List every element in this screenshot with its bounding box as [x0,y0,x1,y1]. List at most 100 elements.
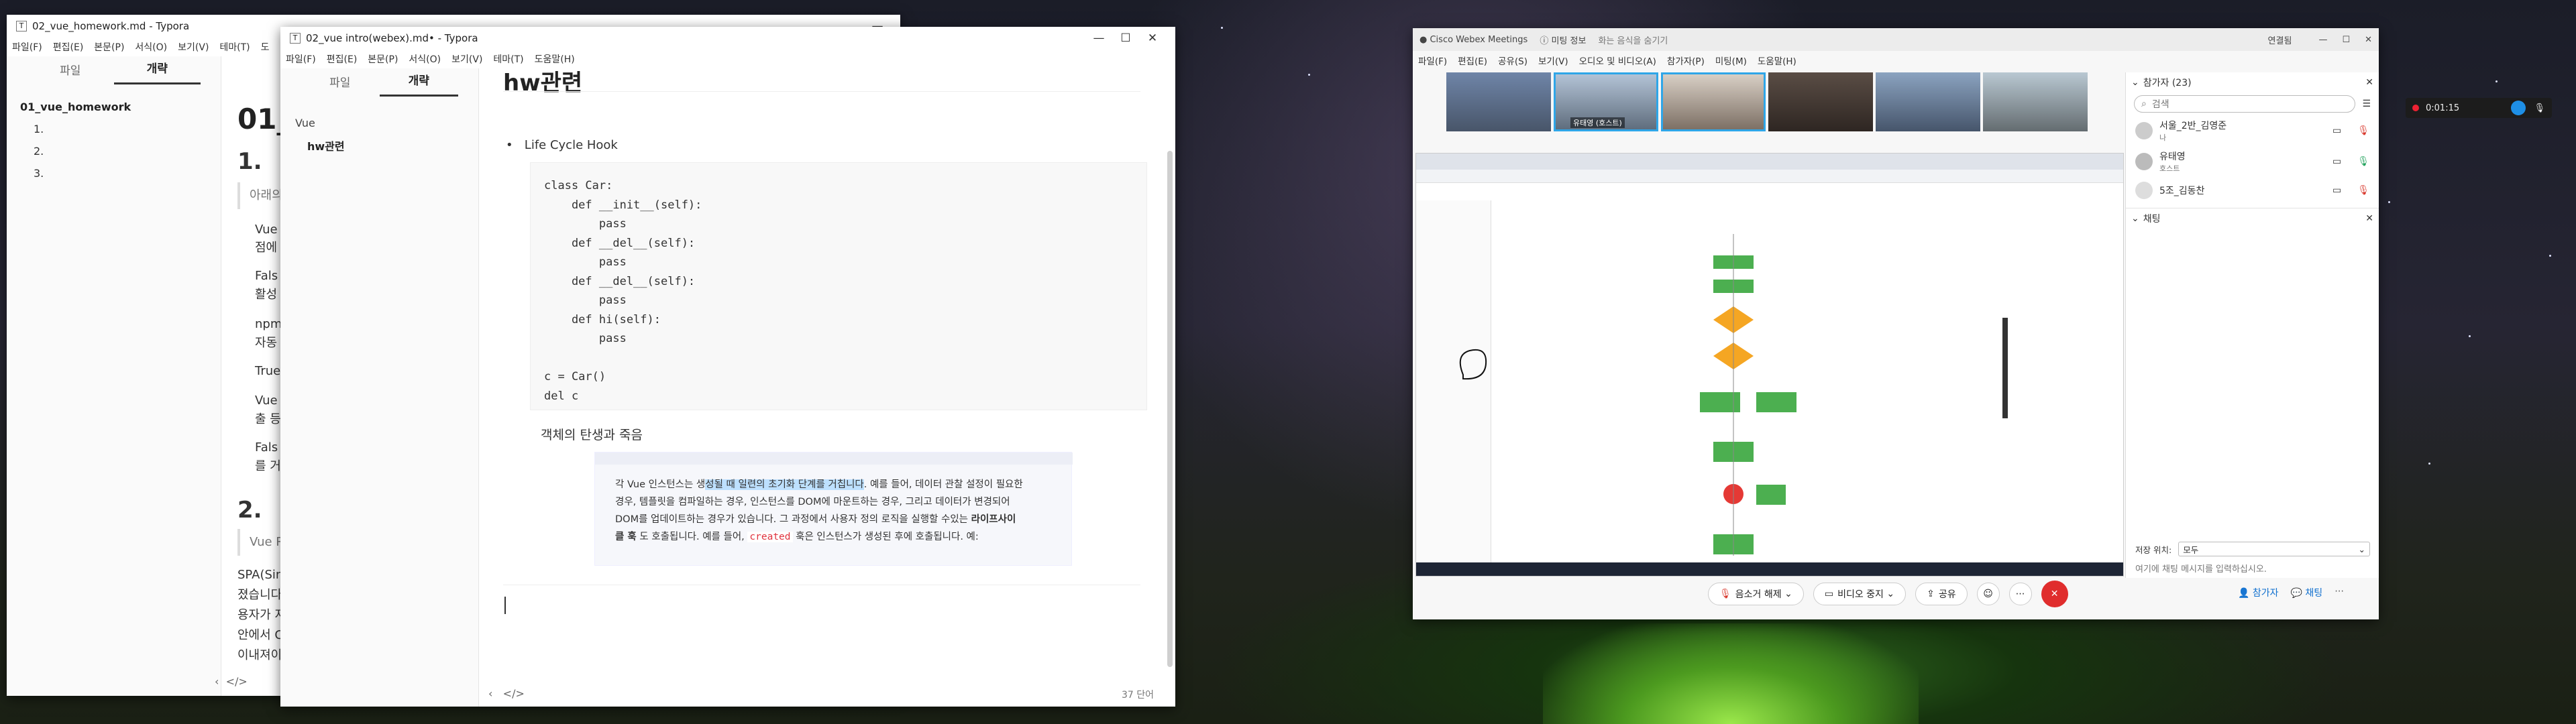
reactions-button[interactable]: ☺ [1976,583,2000,605]
search-input[interactable]: ⌕ 검색 [2134,95,2356,113]
share-button[interactable]: ⇪ 공유 [1915,583,1968,605]
participant-row[interactable]: 5조_김동찬 ▭ 🎙 [2126,177,2379,204]
menu-view[interactable]: 보기(V) [178,40,209,54]
paragraph-line: 졌습니다 [237,588,282,602]
chat-recipient-select[interactable]: 모두 ⌄ [2178,542,2370,556]
code-line: pass [544,217,627,231]
menu-view[interactable]: 보기(V) [451,52,482,66]
stop-video-button[interactable]: ▭ 비디오 중지 ⌄ [1813,583,1907,605]
close-button[interactable]: ✕ [1139,32,1166,45]
menu-edit[interactable]: 편집(E) [1458,54,1487,67]
webex-tab[interactable]: 화는 음식을 숨기기 [1598,34,1668,46]
close-panel-icon[interactable]: ✕ [2365,77,2373,88]
sort-icon[interactable]: ☰ [2362,99,2371,109]
menu-edit[interactable]: 편집(E) [53,40,84,54]
outline-root[interactable]: 01_vue_homework [20,101,207,113]
bullet-text: 자동 [255,336,278,350]
scrollbar[interactable] [1167,151,1173,667]
menu-participant[interactable]: 참가자(P) [1667,54,1705,67]
chat-input[interactable]: 여기에 채팅 메시지를 입력하십시오. [2135,562,2267,575]
outline-item[interactable]: 3. [20,167,207,180]
webex-tab[interactable]: ⓘ 미팅 정보 [1540,34,1586,46]
close-panel-icon[interactable]: ✕ [2365,213,2373,224]
menu-paragraph[interactable]: 본문(P) [368,52,398,66]
code-block[interactable]: class Car: def __init__(self): pass def … [530,162,1147,410]
word-count[interactable]: 37 단어 [1122,688,1154,701]
minimize-button[interactable]: — [1085,32,1112,45]
chat-toggle[interactable]: 💬 채팅 [2291,586,2323,599]
menu-theme[interactable]: 테마(T) [493,52,523,66]
menu-view[interactable]: 보기(V) [1538,54,1568,67]
stop-record-button[interactable] [2511,101,2526,115]
participant-row[interactable]: 유태영 호스트 ▭ 🎙 [2126,146,2379,177]
connection-badge: 연결됨 [2267,36,2292,46]
maximize-button[interactable]: ☐ [2342,35,2350,45]
close-button[interactable]: ✕ [2365,35,2372,45]
tab-files[interactable]: 파일 [27,61,114,84]
video-thumbnail[interactable] [1983,72,2088,131]
menu-format[interactable]: 서식(O) [409,52,441,66]
menu-edit[interactable]: 편집(E) [327,52,358,66]
typora-window-intro: T 02_vue intro(webex).md• - Typora — ☐ ✕… [280,27,1175,707]
menu-theme[interactable]: 테마(T) [219,40,250,54]
webex-window: ● Cisco Webex Meetings ⓘ 미팅 정보 화는 음식을 숨기… [1413,28,2379,619]
bullet-text: Fals [255,269,278,283]
text-cursor[interactable] [504,597,506,614]
participant-row[interactable]: 서울_2반_김영준 나 ▭ 🎙 [2126,115,2379,146]
video-thumbnail[interactable] [1876,72,1980,131]
menu-audio-video[interactable]: 오디오 및 비디오(A) [1579,54,1656,67]
menu-help[interactable]: 도 [261,40,270,54]
video-thumbnail-host[interactable]: 유태영 (호스트) [1554,72,1658,131]
video-thumbnail[interactable] [1768,72,1873,131]
excerpt-line-3: DOM를 업데이트하는 경우가 있습니다. 그 과정에서 사용자 정의 로직을 … [615,514,1016,525]
outline-item-active[interactable]: hw관련 [295,137,464,154]
bullet: Vue [255,223,278,237]
outline-item[interactable]: 1. [20,123,207,135]
video-thumbnail[interactable] [1661,72,1766,131]
webex-menu-bar: 파일(F) 편집(E) 공유(S) 보기(V) 오디오 및 비디오(A) 참가자… [1413,51,2379,70]
tab-files[interactable]: 파일 [301,73,380,97]
source-mode-icon[interactable]: </> [503,687,525,700]
more-icon[interactable]: ⋯ [2334,586,2344,599]
webex-tab[interactable]: ● Cisco Webex Meetings [1419,35,1527,45]
menu-file[interactable]: 파일(F) [12,40,42,54]
bullet-text: 점에 [255,241,278,255]
tent [1543,623,1919,724]
participants-title: 참가자 (23) [2143,78,2192,88]
record-dot-icon [2412,105,2419,111]
source-mode-icon[interactable]: </> [226,675,248,688]
bullet-text: True [255,364,281,378]
leave-button[interactable]: ✕ [2041,581,2068,607]
menu-paragraph[interactable]: 본문(P) [94,40,124,54]
more-button[interactable]: ⋯ [2008,583,2032,605]
outline-root[interactable]: Vue [295,117,464,129]
mic-icon[interactable]: 🎙 [2534,103,2545,113]
tab-outline[interactable]: 개략 [113,59,201,84]
chevron-down-icon[interactable]: ⌄ [2131,213,2139,224]
outline-item[interactable]: 2. [20,145,207,158]
tab-outline[interactable]: 개략 [379,71,458,97]
menu-help[interactable]: 도움말(H) [535,52,575,66]
maximize-button[interactable]: ☐ [1112,32,1139,45]
menu-format[interactable]: 서식(O) [135,40,167,54]
code-line: c = Car() [544,370,606,383]
code-line: pass [544,255,627,269]
chat-title: 채팅 [2143,213,2161,225]
minimize-button[interactable]: — [2318,35,2327,45]
toggle-sidebar-icon[interactable]: ‹ [488,687,492,700]
participants-panel: ⌄ 참가자 (23) ✕ ⌕ 검색 ☰ 서울_2반_김영준 나 ▭ 🎙 유태영 호스트 … [2125,72,2379,578]
toggle-sidebar-icon[interactable]: ‹ [215,675,219,688]
bullet-text: 를 거 [255,459,281,473]
participants-toggle[interactable]: 👤 참가자 [2238,586,2279,599]
menu-file[interactable]: 파일(F) [286,52,316,66]
menu-help[interactable]: 도움말(H) [1758,54,1796,67]
chevron-down-icon[interactable]: ⌄ [2131,77,2139,88]
bullet: • Life Cycle Hook [506,138,618,152]
bullet-text: 활성 [255,288,278,302]
menu-file[interactable]: 파일(F) [1418,54,1447,67]
flowchart-diagram [1459,234,2008,556]
menu-meeting[interactable]: 미팅(M) [1715,54,1747,67]
video-thumbnail[interactable] [1446,72,1551,131]
mute-button[interactable]: 🎙 음소거 해제 ⌄ [1708,583,1804,605]
menu-share[interactable]: 공유(S) [1498,54,1527,67]
